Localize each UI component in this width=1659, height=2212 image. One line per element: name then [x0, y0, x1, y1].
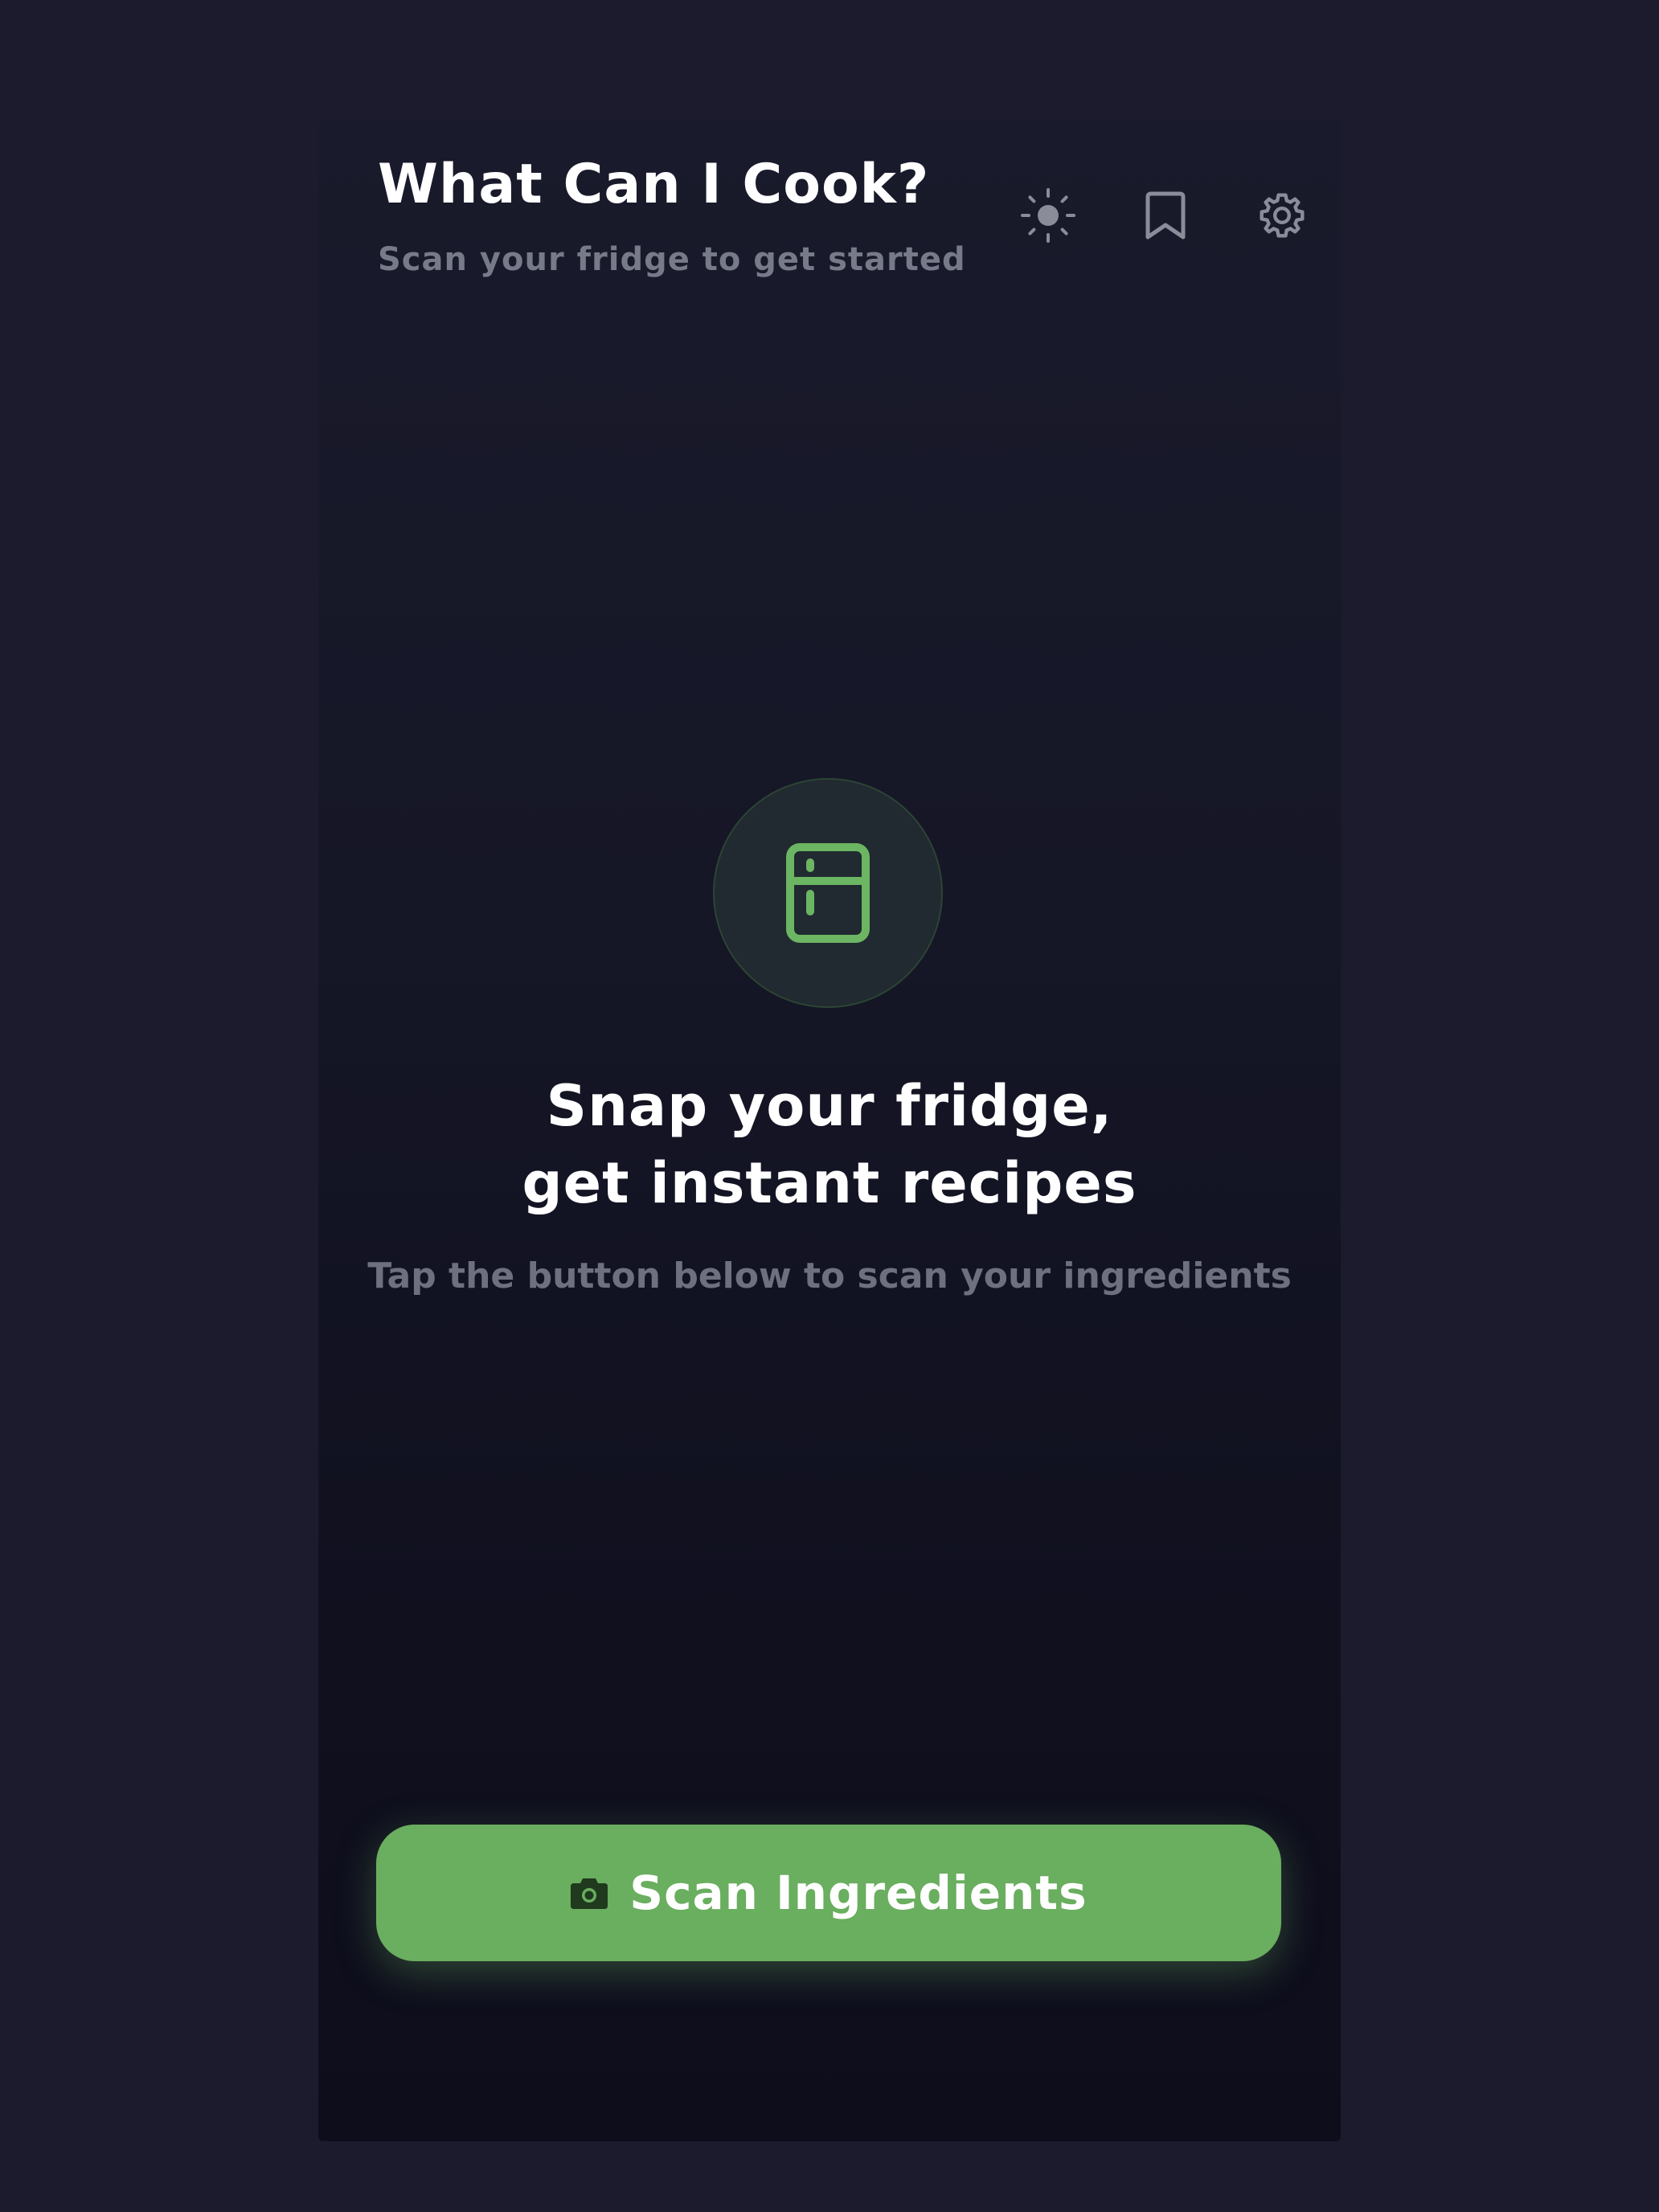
theme-toggle-button[interactable] [1008, 175, 1088, 256]
hero-icon-circle [713, 778, 943, 1008]
hero-subtitle: Tap the button below to scan your ingred… [367, 1256, 1292, 1296]
app-screen: What Can I Cook? Scan your fridge to get… [318, 121, 1341, 2141]
bookmark-icon [1145, 191, 1186, 240]
hero-title-line1: Snap your fridge, [546, 1073, 1113, 1139]
settings-button[interactable] [1242, 175, 1322, 256]
page-subtitle: Scan your fridge to get started [378, 241, 966, 278]
scan-ingredients-button[interactable]: Scan Ingredients [376, 1825, 1281, 1961]
hero-title-line2: get instant recipes [522, 1150, 1137, 1216]
hero-title: Snap your fridge, get instant recipes [318, 1067, 1341, 1222]
sun-icon [1021, 188, 1075, 243]
scan-button-label: Scan Ingredients [629, 1866, 1088, 1920]
camera-icon [571, 1878, 608, 1909]
saved-recipes-button[interactable] [1125, 175, 1206, 256]
page-title: What Can I Cook? [378, 153, 930, 216]
gear-icon [1260, 193, 1305, 238]
fridge-icon [786, 843, 870, 943]
